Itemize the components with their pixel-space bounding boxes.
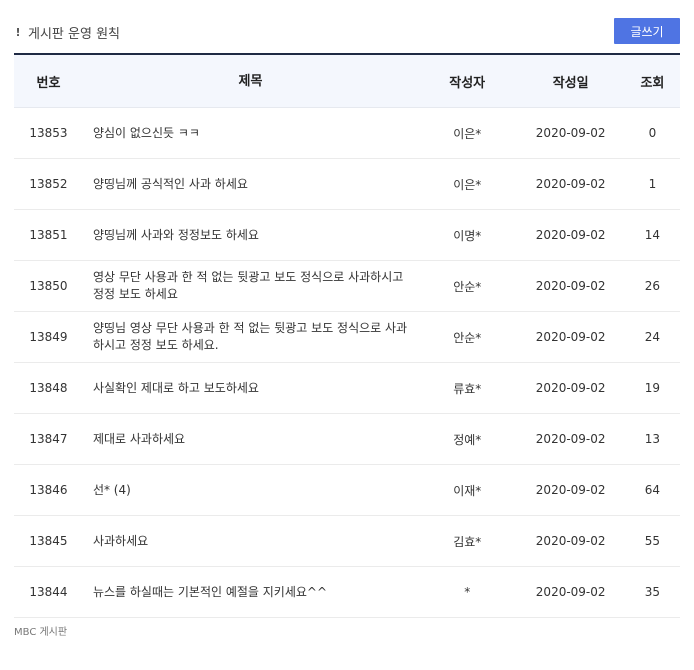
post-author: 안순* — [453, 330, 482, 345]
post-number: 13847 — [29, 432, 68, 446]
post-author: 이은* — [453, 177, 482, 192]
post-title-link[interactable]: 제대로 사과하세요 — [93, 432, 185, 446]
post-number: 13853 — [29, 126, 68, 140]
post-title-link[interactable]: 양띵님께 사과와 정정보도 하세요 — [93, 228, 259, 242]
post-title-link[interactable]: 영상 무단 사용과 한 적 없는 뒷광고 보도 정식으로 사과하시고 정정 보도… — [93, 270, 403, 301]
source-caption: MBC 게시판 — [14, 627, 68, 638]
post-author: 정예* — [453, 432, 482, 447]
post-author: 이명* — [453, 228, 482, 243]
post-number: 13848 — [29, 381, 68, 395]
post-number: 13845 — [29, 534, 68, 548]
post-author: 안순* — [453, 279, 482, 294]
board-rules-label: 게시판 운영 원칙 — [28, 27, 120, 42]
table-header: 번호 제목 작성자 작성일 조회 — [14, 55, 680, 108]
table-row[interactable]: 13845 사과하세요 김효* 2020-09-02 55 — [14, 516, 680, 567]
post-date: 2020-09-02 — [535, 330, 606, 344]
post-views: 64 — [644, 483, 661, 497]
post-author: 류효* — [453, 381, 482, 396]
table-row[interactable]: 13852 양띵님께 공식적인 사과 하세요 이은* 2020-09-02 1 — [14, 159, 680, 210]
post-date: 2020-09-02 — [535, 432, 606, 446]
post-author: 김효* — [453, 534, 482, 549]
post-views: 19 — [644, 381, 661, 395]
post-views: 35 — [644, 585, 661, 599]
post-number: 13846 — [29, 483, 68, 497]
post-views: 13 — [644, 432, 661, 446]
table-row[interactable]: 13846 선* (4) 이재* 2020-09-02 64 — [14, 465, 680, 516]
post-number: 13850 — [29, 279, 68, 293]
post-date: 2020-09-02 — [535, 381, 606, 395]
table-row[interactable]: 13853 양심이 없으신듯 ㅋㅋ 이은* 2020-09-02 0 — [14, 108, 680, 159]
column-header-title: 제목 — [238, 73, 263, 89]
post-views: 1 — [648, 177, 657, 191]
post-date: 2020-09-02 — [535, 585, 606, 599]
post-number: 13852 — [29, 177, 68, 191]
post-date: 2020-09-02 — [535, 279, 606, 293]
table-row[interactable]: 13851 양띵님께 사과와 정정보도 하세요 이명* 2020-09-02 1… — [14, 210, 680, 261]
post-views: 0 — [648, 126, 657, 140]
exclamation-icon: ! — [15, 26, 21, 39]
table-row[interactable]: 13848 사실확인 제대로 하고 보도하세요 류효* 2020-09-02 1… — [14, 363, 680, 414]
post-date: 2020-09-02 — [535, 177, 606, 191]
post-date: 2020-09-02 — [535, 534, 606, 548]
board-topbar: ! 게시판 운영 원칙 글쓰기 — [14, 16, 680, 46]
post-title-link[interactable]: 사실확인 제대로 하고 보도하세요 — [93, 381, 259, 395]
post-title-link[interactable]: 선* (4) — [93, 483, 131, 497]
post-title-link[interactable]: 양띵님 영상 무단 사용과 한 적 없는 뒷광고 보도 정식으로 사과하시고 정… — [93, 321, 407, 352]
board-table: 번호 제목 작성자 작성일 조회 13853 양심이 없으신듯 ㅋㅋ 이은* 2… — [14, 53, 680, 618]
column-header-date: 작성일 — [552, 75, 589, 91]
post-author: 이은* — [453, 126, 482, 141]
post-number: 13851 — [29, 228, 68, 242]
table-row[interactable]: 13850 영상 무단 사용과 한 적 없는 뒷광고 보도 정식으로 사과하시고… — [14, 261, 680, 312]
table-row[interactable]: 13847 제대로 사과하세요 정예* 2020-09-02 13 — [14, 414, 680, 465]
table-row[interactable]: 13844 뉴스를 하실때는 기본적인 예절을 지키세요^^ * 2020-09… — [14, 567, 680, 618]
column-header-no: 번호 — [36, 75, 61, 91]
post-author: 이재* — [453, 483, 482, 498]
post-date: 2020-09-02 — [535, 126, 606, 140]
post-views: 14 — [644, 228, 661, 242]
post-title-link[interactable]: 뉴스를 하실때는 기본적인 예절을 지키세요^^ — [93, 585, 327, 599]
post-views: 26 — [644, 279, 661, 293]
table-row[interactable]: 13849 양띵님 영상 무단 사용과 한 적 없는 뒷광고 보도 정식으로 사… — [14, 312, 680, 363]
post-views: 55 — [644, 534, 661, 548]
post-date: 2020-09-02 — [535, 228, 606, 242]
post-number: 13849 — [29, 330, 68, 344]
column-header-views: 조회 — [640, 75, 665, 91]
post-title-link[interactable]: 사과하세요 — [93, 534, 148, 548]
post-date: 2020-09-02 — [535, 483, 606, 497]
post-title-link[interactable]: 양심이 없으신듯 ㅋㅋ — [93, 126, 200, 140]
write-post-button[interactable]: 글쓰기 — [614, 18, 680, 44]
post-number: 13844 — [29, 585, 68, 599]
board-rules-link[interactable]: ! 게시판 운영 원칙 — [14, 23, 120, 42]
post-title-link[interactable]: 양띵님께 공식적인 사과 하세요 — [93, 177, 248, 191]
post-author: * — [464, 585, 471, 599]
column-header-author: 작성자 — [449, 75, 486, 91]
post-views: 24 — [644, 330, 661, 344]
